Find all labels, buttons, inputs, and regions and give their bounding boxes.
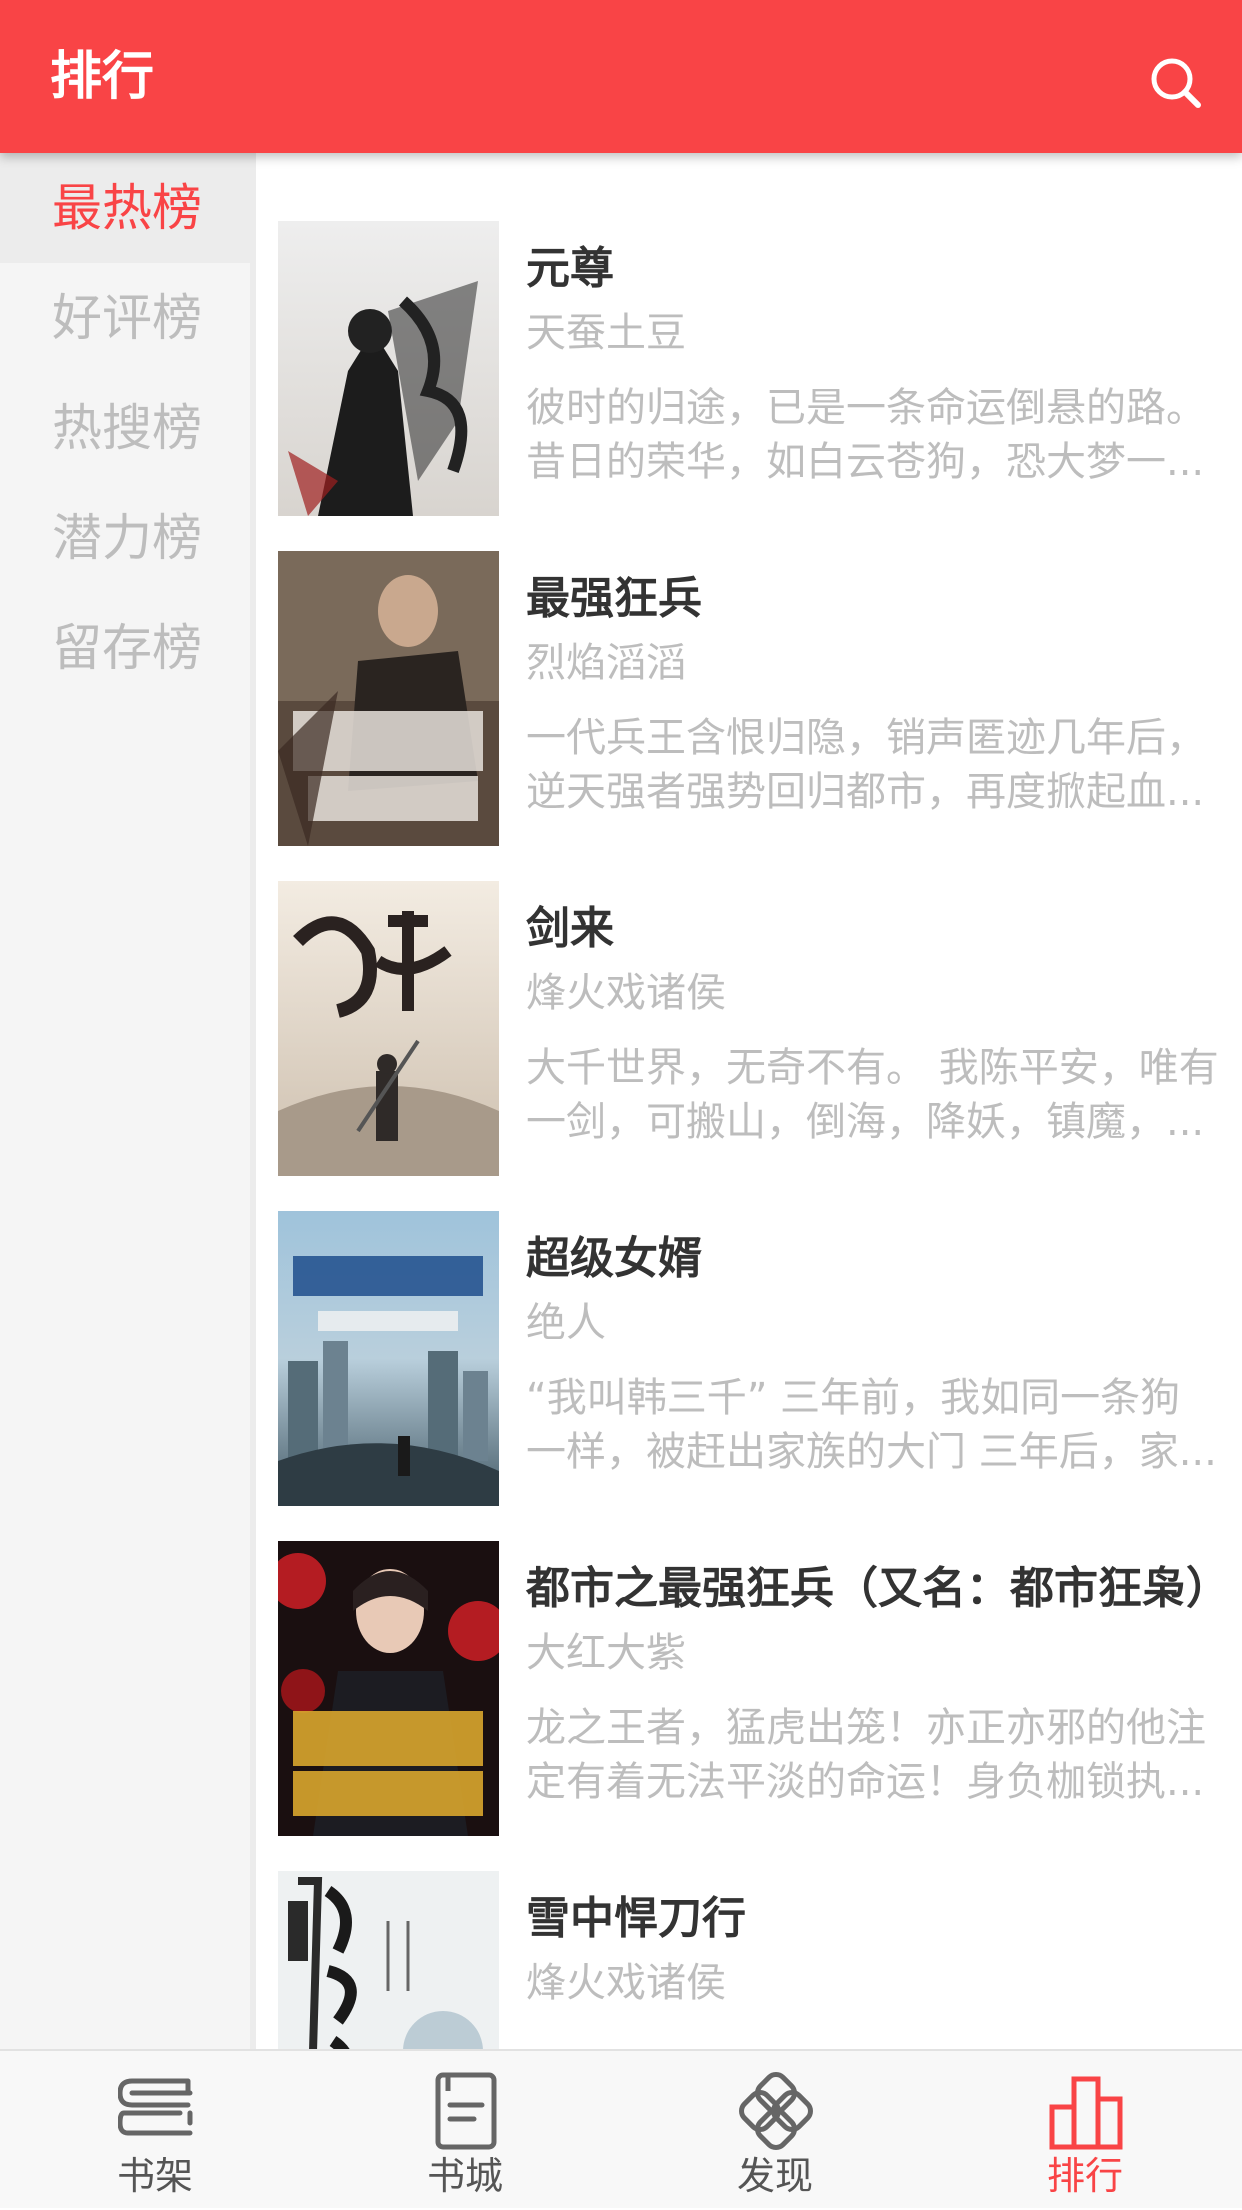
sidebar-item-retention[interactable]: 留存榜 <box>0 593 250 703</box>
bottom-tab-bar: 书架 书城 发现 排行 <box>0 2049 1242 2208</box>
book-description: 一代兵王含恨归隐，销声匿迹几年后， 逆天强者强势回归都市，再度掀起血... <box>526 711 1226 819</box>
book-title: 雪中悍刀行 <box>526 1893 746 1944</box>
book-author: 绝人 <box>526 1300 606 1346</box>
book-cover[interactable] <box>278 1211 499 1506</box>
book-description: 龙之王者，猛虎出笼！亦正亦邪的他注 定有着无法平淡的命运！身负枷锁执... <box>526 1701 1226 1809</box>
book-description-line: 一样，被赶出家族的大门 三年后，家... <box>526 1429 1217 1475</box>
book-description-line: “我叫韩三千” 三年前，我如同一条狗 <box>526 1375 1181 1421</box>
book-author: 天蚕土豆 <box>526 310 686 356</box>
book-author: 烈焰滔滔 <box>526 640 686 686</box>
book-description: 大千世界，无奇不有。 我陈平安，唯有 一剑，可搬山，倒海，降妖，镇魔，... <box>526 1041 1226 1149</box>
sidebar-item-good-reviews[interactable]: 好评榜 <box>0 263 250 373</box>
ranking-sidebar: 最热榜 好评榜 热搜榜 潜力榜 留存榜 <box>0 153 250 2049</box>
book-title: 最强狂兵 <box>526 573 702 624</box>
book-list[interactable]: 元尊 天蚕土豆 彼时的归途，已是一条命运倒悬的路。 昔日的荣华，如白云苍狗，恐大… <box>256 153 1242 2049</box>
book-cover[interactable] <box>278 1871 499 2049</box>
book-description-line: 逆天强者强势回归都市，再度掀起血... <box>526 769 1205 815</box>
list-item[interactable]: 雪中悍刀行 烽火戏诸侯 <box>256 1871 1242 2049</box>
tab-bookshelf[interactable]: 书架 <box>0 2051 310 2210</box>
list-item[interactable]: 最强狂兵 烈焰滔滔 一代兵王含恨归隐，销声匿迹几年后， 逆天强者强势回归都市，再… <box>256 551 1242 881</box>
book-description-line: 定有着无法平淡的命运！身负枷锁执... <box>526 1759 1205 1805</box>
search-icon[interactable] <box>1148 55 1204 111</box>
page-title: 排行 <box>50 47 155 107</box>
tab-ranking[interactable]: 排行 <box>930 2051 1240 2210</box>
book-title: 剑来 <box>526 903 614 954</box>
book-description-line: 一剑，可搬山，倒海，降妖，镇魔，... <box>526 1099 1205 1145</box>
book-cover[interactable] <box>278 1541 499 1836</box>
ranking-icon <box>1048 2071 1124 2151</box>
app-header: 排行 <box>0 0 1242 153</box>
book-author: 烽火戏诸侯 <box>526 1960 726 2006</box>
book-author: 大红大紫 <box>526 1630 686 1676</box>
book-cover[interactable] <box>278 551 499 846</box>
list-item[interactable]: 都市之最强狂兵（又名：都市狂枭） 大红大紫 龙之王者，猛虎出笼！亦正亦邪的他注 … <box>256 1541 1242 1871</box>
book-title: 元尊 <box>526 243 614 294</box>
tab-discover[interactable]: 发现 <box>620 2051 930 2210</box>
book-description: 彼时的归途，已是一条命运倒悬的路。 昔日的荣华，如白云苍狗，恐大梦一... <box>526 381 1226 489</box>
book-author: 烽火戏诸侯 <box>526 970 726 1016</box>
tab-label: 书城 <box>426 2154 503 2198</box>
book-description-line: 大千世界，无奇不有。 我陈平安，唯有 <box>526 1045 1219 1091</box>
book-title: 超级女婿 <box>526 1233 702 1284</box>
book-title: 都市之最强狂兵（又名：都市狂枭） <box>526 1563 1230 1614</box>
list-item[interactable]: 元尊 天蚕土豆 彼时的归途，已是一条命运倒悬的路。 昔日的荣华，如白云苍狗，恐大… <box>256 221 1242 551</box>
book-description-line: 一代兵王含恨归隐，销声匿迹几年后， <box>526 715 1206 761</box>
sidebar-item-hot[interactable]: 最热榜 <box>0 153 250 263</box>
tab-label: 书架 <box>116 2154 193 2198</box>
book-cover[interactable] <box>278 221 499 516</box>
bookshelf-icon <box>117 2071 194 2151</box>
book-description: “我叫韩三千” 三年前，我如同一条狗 一样，被赶出家族的大门 三年后，家... <box>526 1371 1226 1479</box>
list-item[interactable]: 超级女婿 绝人 “我叫韩三千” 三年前，我如同一条狗 一样，被赶出家族的大门 三… <box>256 1211 1242 1541</box>
discover-icon <box>738 2071 814 2151</box>
bookstore-icon <box>428 2071 504 2151</box>
book-description-line: 昔日的荣华，如白云苍狗，恐大梦一... <box>526 439 1205 485</box>
book-description-line: 龙之王者，猛虎出笼！亦正亦邪的他注 <box>526 1705 1206 1751</box>
list-item[interactable]: 剑来 烽火戏诸侯 大千世界，无奇不有。 我陈平安，唯有 一剑，可搬山，倒海，降妖… <box>256 881 1242 1211</box>
tab-label: 发现 <box>736 2154 813 2198</box>
sidebar-item-potential[interactable]: 潜力榜 <box>0 483 250 593</box>
tab-bookstore[interactable]: 书城 <box>310 2051 620 2210</box>
sidebar-item-hot-search[interactable]: 热搜榜 <box>0 373 250 483</box>
book-description-line: 彼时的归途，已是一条命运倒悬的路。 <box>526 385 1206 431</box>
book-cover[interactable] <box>278 881 499 1176</box>
tab-label: 排行 <box>1046 2154 1123 2198</box>
